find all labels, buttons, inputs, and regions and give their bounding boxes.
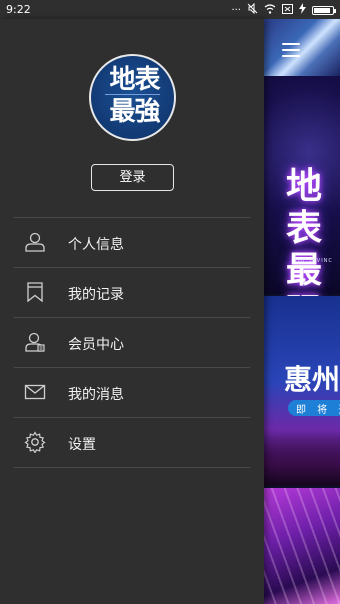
gear-icon <box>24 431 46 454</box>
menu-item-label: 我的消息 <box>68 387 124 403</box>
charging-icon <box>299 3 306 18</box>
login-button[interactable]: 登录 <box>91 164 174 191</box>
banner-3-stage-lights <box>264 488 340 604</box>
background-header <box>264 19 340 76</box>
menu-item-label: 个人信息 <box>68 237 124 253</box>
banner-2-city: 惠州 <box>284 363 340 396</box>
menu-item-member-center[interactable]: 会员中心 <box>14 318 250 368</box>
battery-icon <box>312 6 336 15</box>
status-time: 9:22 <box>6 3 31 16</box>
avatar-text-line-1: 地表 <box>109 65 160 95</box>
status-icons: ··· <box>231 2 336 18</box>
background-app-content: 地表 最强 THE INVINC 惠州 即 将 开 <box>264 0 340 604</box>
wifi-icon <box>264 3 276 18</box>
status-bar: 9:22 ··· <box>0 0 340 19</box>
mute-icon <box>247 2 258 18</box>
battery-level-fill <box>314 8 331 13</box>
mail-icon <box>24 381 46 403</box>
member-icon <box>24 331 46 353</box>
bookmark-icon <box>24 281 46 303</box>
menu-item-label: 会员中心 <box>68 337 124 353</box>
menu-item-label: 我的记录 <box>68 287 124 303</box>
hamburger-menu-icon[interactable] <box>282 43 300 57</box>
sim-icon <box>282 3 293 18</box>
avatar-divider <box>105 94 160 95</box>
avatar-text-line-2: 最強 <box>109 97 160 127</box>
banner-2-ribbon-text: 即 将 开 <box>296 405 340 416</box>
menu-item-my-messages[interactable]: 我的消息 <box>14 368 250 418</box>
banner-2-ribbon: 即 将 开 <box>288 400 340 416</box>
menu-item-label: 设置 <box>68 437 96 453</box>
banner-2-crowd-image <box>264 431 340 486</box>
background-banner-2[interactable]: 惠州 即 将 开 <box>264 296 340 486</box>
navigation-drawer: 地表 最強 登录 个人信息 我的记录 会员中心 我的消息 设置 <box>0 19 264 604</box>
menu-item-my-records[interactable]: 我的记录 <box>14 268 250 318</box>
avatar[interactable]: 地表 最強 <box>89 54 176 141</box>
menu-item-personal-info[interactable]: 个人信息 <box>14 218 250 268</box>
background-banner-3[interactable] <box>264 488 340 604</box>
drawer-menu: 个人信息 我的记录 会员中心 我的消息 设置 <box>14 217 250 468</box>
person-icon <box>24 231 46 253</box>
more-dots-icon: ··· <box>231 4 241 16</box>
banner-1-subtitle: THE INVINC <box>294 258 333 264</box>
menu-item-settings[interactable]: 设置 <box>14 418 250 468</box>
background-banner-1[interactable]: 地表 最强 THE INVINC <box>264 76 340 333</box>
